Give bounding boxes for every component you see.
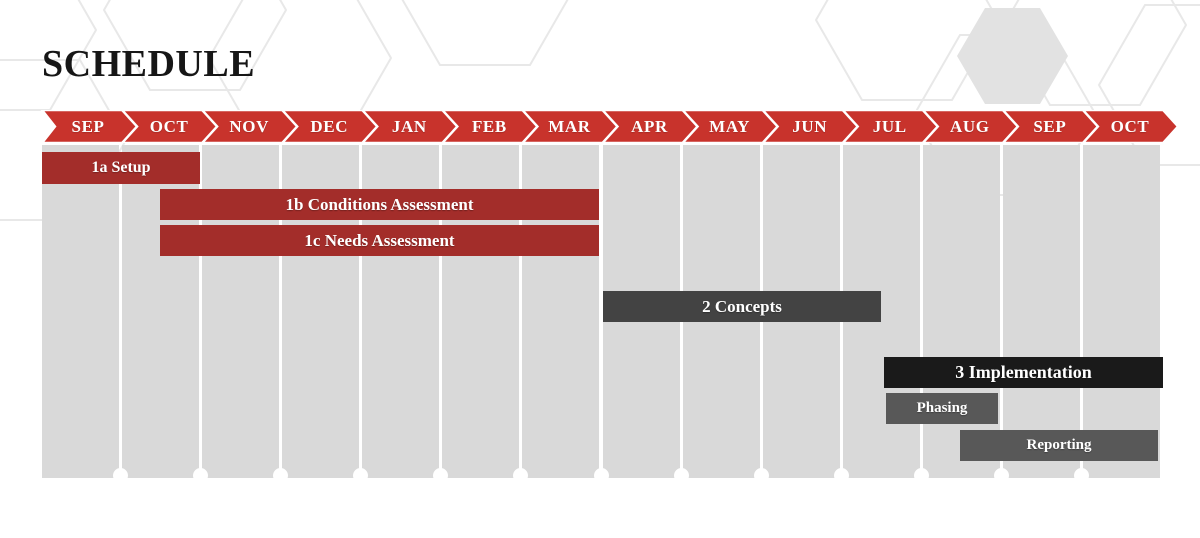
hexagon-outline-icon [814, 0, 1000, 101]
timeline-column [42, 145, 120, 478]
column-divider-notch [593, 468, 609, 483]
month-banner [40, 110, 1180, 143]
month-chevron-apr-7[interactable] [600, 110, 700, 143]
gantt-bar-2-concepts[interactable]: 2 Concepts [603, 291, 881, 322]
month-chevron-jan-4[interactable] [360, 110, 459, 143]
month-chevron-oct-1[interactable] [120, 110, 219, 143]
gantt-bar-label: Phasing [916, 400, 968, 416]
month-chevron-mar-6[interactable] [520, 110, 620, 143]
hexagon-outline-icon [1002, 0, 1188, 106]
column-divider-notch [513, 468, 529, 483]
column-divider-notch [113, 468, 129, 483]
gantt-bar-reporting[interactable]: Reporting [960, 430, 1158, 461]
page-title: SCHEDULE [42, 43, 256, 85]
gantt-bar-1b-conditions-assessment[interactable]: 1b Conditions Assessment [160, 189, 599, 220]
gantt-bar-label: 2 Concepts [702, 296, 782, 316]
month-chevron-feb-5[interactable] [440, 110, 540, 143]
column-divider-notch [993, 468, 1009, 483]
column-divider-notch [913, 468, 929, 483]
hexagon-outline-icon [401, 0, 569, 66]
column-divider-notch [273, 468, 289, 483]
month-chevron-aug-11[interactable] [921, 110, 1020, 143]
timeline-column [1082, 145, 1160, 478]
column-divider-notch [1073, 468, 1089, 483]
column-divider-notch [833, 468, 849, 483]
month-chevron-jul-10[interactable] [841, 110, 940, 143]
gantt-bar-phasing[interactable]: Phasing [886, 393, 998, 424]
gantt-bar-1a-setup[interactable]: 1a Setup [42, 152, 200, 184]
month-chevron-sep-12[interactable] [1001, 110, 1100, 143]
column-divider-notch [673, 468, 689, 483]
month-chevron-sep-0[interactable] [40, 110, 139, 143]
column-divider-notch [753, 468, 769, 483]
month-chevron-oct-13[interactable] [1081, 110, 1180, 143]
month-chevron-may-8[interactable] [680, 110, 780, 143]
gantt-bar-label: 1a Setup [91, 159, 151, 176]
timeline-column [1002, 145, 1080, 478]
hexagon-filled-icon [957, 8, 1068, 104]
schedule-slide: SCHEDULE SEP OCT NOV DEC JAN FEB MAR APR MAY JUN J… [0, 0, 1200, 538]
column-divider-notch [193, 468, 209, 483]
gantt-bar-label: 1b Conditions Assessment [285, 194, 474, 214]
column-divider-notch [353, 468, 369, 483]
month-chevron-jun-9[interactable] [761, 110, 860, 143]
gantt-bar-label: 3 Implementation [955, 362, 1092, 382]
gantt-bar-label: Reporting [1026, 437, 1092, 453]
timeline-column [922, 145, 1000, 478]
month-chevron-nov-2[interactable] [200, 110, 299, 143]
month-chevron-dec-3[interactable] [280, 110, 379, 143]
gantt-bar-1c-needs-assessment[interactable]: 1c Needs Assessment [160, 225, 599, 256]
column-divider-notch [433, 468, 449, 483]
gantt-bar-3-implementation[interactable]: 3 Implementation [884, 357, 1163, 388]
gantt-bar-label: 1c Needs Assessment [304, 230, 455, 250]
